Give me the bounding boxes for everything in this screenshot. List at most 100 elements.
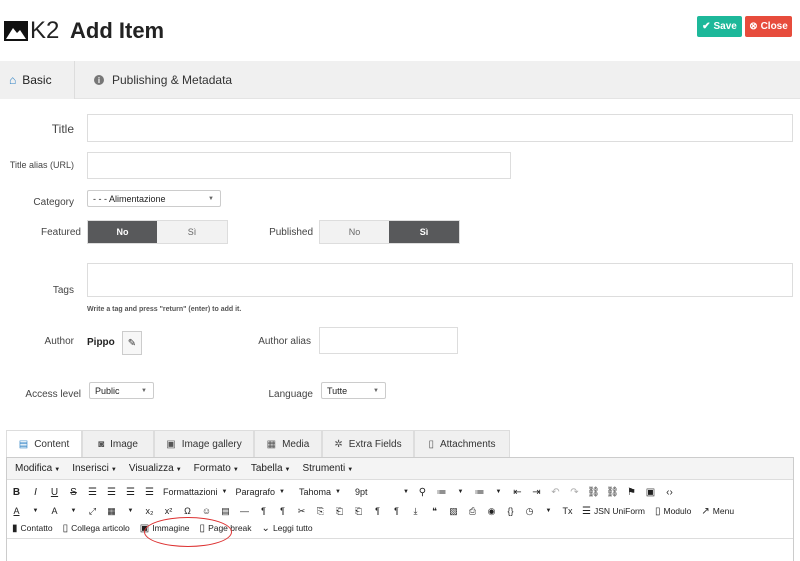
image-icon[interactable]: ▣: [641, 483, 660, 501]
template-icon[interactable]: ▧: [444, 502, 463, 520]
language-select[interactable]: Tutte ▼: [321, 382, 386, 399]
caret-down-icon[interactable]: ▼: [539, 502, 558, 520]
unlink-icon[interactable]: ⛓: [603, 483, 622, 501]
align-right-icon[interactable]: ☰: [121, 483, 140, 501]
source-code-icon[interactable]: {}: [501, 502, 520, 520]
tab-media[interactable]: ▦ Media: [254, 430, 322, 458]
tags-label: Tags: [52, 285, 74, 296]
read-more-button[interactable]: ⌄ Leggi tutto: [257, 519, 318, 537]
tags-input[interactable]: [87, 263, 793, 297]
menu-tabella[interactable]: Tabella ▼: [251, 463, 291, 474]
ltr-icon[interactable]: ¶: [254, 502, 273, 520]
caret-down-icon[interactable]: ▼: [489, 483, 508, 501]
caret-down-icon[interactable]: ▼: [121, 502, 140, 520]
save-button[interactable]: ✔ Save: [697, 16, 742, 37]
formats-select[interactable]: Formattazioni ▼: [159, 483, 231, 501]
caret-down-icon[interactable]: ▼: [64, 502, 83, 520]
chevron-down-icon: ▼: [141, 387, 147, 394]
italic-icon[interactable]: I: [26, 483, 45, 501]
alias-input[interactable]: [87, 152, 511, 179]
editor-toolbar-row-2: A ▼ A ▼ ⤢ ▦ ▼ x₂ x² Ω ☺ ▤ — ¶ ¶ ✂ ⎘ ⎗ ⎗ …: [7, 502, 793, 520]
author-alias-input[interactable]: [319, 327, 458, 354]
blockquote-icon[interactable]: ❝: [425, 502, 444, 520]
background-color-icon[interactable]: A: [45, 502, 64, 520]
numbered-list-icon[interactable]: ≔: [470, 483, 489, 501]
text-color-icon[interactable]: A: [7, 502, 26, 520]
tab-image[interactable]: ◙ Image: [82, 430, 154, 458]
indent-icon[interactable]: ⇥: [527, 483, 546, 501]
bold-icon[interactable]: B: [7, 483, 26, 501]
caret-down-icon[interactable]: ▼: [26, 502, 45, 520]
featured-no-button[interactable]: No: [88, 221, 157, 243]
paste-icon[interactable]: ⎗: [330, 502, 349, 520]
module-button[interactable]: ▯ Modulo: [650, 502, 696, 520]
media-icon[interactable]: ▤: [216, 502, 235, 520]
menu-visualizza[interactable]: Visualizza ▼: [129, 463, 182, 474]
save-icon[interactable]: ⤓: [406, 502, 425, 520]
file-icon: ▯: [62, 522, 69, 534]
caret-down-icon: ▼: [175, 467, 182, 473]
rtl-icon[interactable]: ¶: [273, 502, 292, 520]
menu-modifica[interactable]: Modifica ▼: [15, 463, 60, 474]
access-level-select[interactable]: Public ▼: [89, 382, 154, 399]
bookmark-icon[interactable]: ⚑: [622, 483, 641, 501]
menu-inserisci[interactable]: Inserisci ▼: [72, 463, 117, 474]
size-select[interactable]: 9pt ▼: [351, 483, 413, 501]
list-icon: ☰: [582, 505, 591, 517]
undo-icon[interactable]: ↶: [546, 483, 565, 501]
category-select[interactable]: - - - Alimentazione ▼: [87, 190, 221, 207]
title-input[interactable]: [87, 114, 793, 142]
block-select[interactable]: Paragrafo ▼: [231, 483, 288, 501]
horizontal-rule-icon[interactable]: —: [235, 502, 254, 520]
tab-publishing-metadata[interactable]: i Publishing & Metadata: [76, 61, 232, 99]
featured-yes-button[interactable]: Sì: [157, 221, 227, 243]
tab-content[interactable]: ▤ Content: [6, 430, 82, 458]
tab-extra-fields[interactable]: ✲ Extra Fields: [322, 430, 414, 458]
contact-icon: ▮: [12, 522, 18, 534]
align-justify-icon[interactable]: ☰: [140, 483, 159, 501]
edit-author-button[interactable]: ✎: [122, 331, 142, 355]
page-title: Add Item: [70, 18, 165, 43]
outdent-icon[interactable]: ⇤: [508, 483, 527, 501]
font-select[interactable]: Tahoma ▼: [295, 483, 345, 501]
tab-attachments[interactable]: ▯ Attachments: [414, 430, 510, 458]
editor-content-area[interactable]: [7, 538, 793, 561]
language-value: Tutte: [327, 385, 348, 396]
link-article-button[interactable]: ▯ Collega articolo: [58, 519, 135, 537]
link-icon[interactable]: ⛓: [584, 483, 603, 501]
strikethrough-icon[interactable]: S: [64, 483, 83, 501]
print-icon[interactable]: ⎙: [463, 502, 482, 520]
visual-chars-icon[interactable]: ¶: [387, 502, 406, 520]
tab-basic[interactable]: ⌂ Basic: [0, 61, 75, 99]
subscript-icon[interactable]: x₂: [140, 502, 159, 520]
menu-formato[interactable]: Formato ▼: [194, 463, 239, 474]
redo-icon[interactable]: ↷: [565, 483, 584, 501]
code-icon[interactable]: ‹›: [660, 483, 679, 501]
preview-icon[interactable]: ◉: [482, 502, 501, 520]
align-center-icon[interactable]: ☰: [102, 483, 121, 501]
cut-icon[interactable]: ✂: [292, 502, 311, 520]
table-icon[interactable]: ▦: [102, 502, 121, 520]
bullet-list-icon[interactable]: ≔: [432, 483, 451, 501]
paste-text-icon[interactable]: ⎗: [349, 502, 368, 520]
jsn-uniform-button[interactable]: ☰ JSN UniForm: [577, 502, 650, 520]
copy-icon[interactable]: ⎘: [311, 502, 330, 520]
caret-down-icon[interactable]: ▼: [451, 483, 470, 501]
visual-blocks-icon[interactable]: ¶: [368, 502, 387, 520]
close-button[interactable]: ⊗ Close: [745, 16, 792, 37]
tab-image-gallery[interactable]: ▣ Image gallery: [154, 430, 254, 458]
fullscreen-icon[interactable]: ⤢: [83, 502, 102, 520]
tab-media-label: Media: [282, 439, 310, 450]
published-no-button[interactable]: No: [320, 221, 389, 243]
menu-button[interactable]: ↗ Menu: [696, 502, 739, 520]
caret-down-icon: ▼: [221, 489, 228, 495]
align-left-icon[interactable]: ☰: [83, 483, 102, 501]
find-icon[interactable]: ⚲: [413, 483, 432, 501]
underline-icon[interactable]: U: [45, 483, 64, 501]
menu-strumenti[interactable]: Strumenti ▼: [302, 463, 353, 474]
published-yes-button[interactable]: Sì: [389, 221, 459, 243]
contact-button[interactable]: ▮ Contatto: [7, 519, 58, 537]
clear-format-icon[interactable]: Tx: [558, 502, 577, 520]
alias-label: Title alias (URL): [9, 160, 74, 170]
datetime-icon[interactable]: ◷: [520, 502, 539, 520]
